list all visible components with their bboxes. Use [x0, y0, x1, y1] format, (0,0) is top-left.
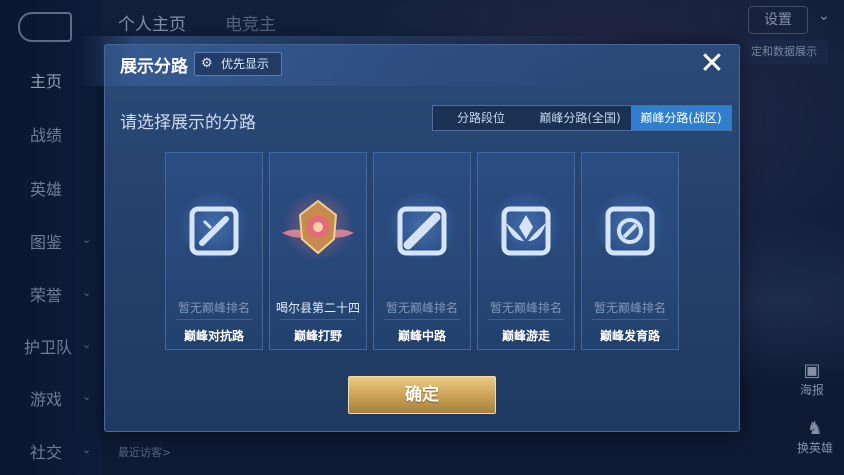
- mid-lane-icon: [397, 206, 447, 256]
- divider: [592, 319, 668, 320]
- divider: [488, 319, 564, 320]
- close-button[interactable]: ✕: [697, 49, 727, 80]
- lane-card-roam[interactable]: 暂无巅峰排名 巅峰游走: [477, 152, 575, 350]
- lane-card-farm[interactable]: 暂无巅峰排名 巅峰发育路: [581, 152, 679, 350]
- priority-display-button[interactable]: ⚙ 优先显示: [194, 52, 282, 76]
- tab-peak-region[interactable]: 巅峰分路(战区): [631, 106, 731, 130]
- divider: [176, 319, 252, 320]
- lane-card-clash[interactable]: 暂无巅峰排名 巅峰对抗路: [165, 152, 263, 350]
- lane-name: 巅峰对抗路: [183, 329, 244, 343]
- dialog-subtitle: 请选择展示的分路: [120, 113, 256, 133]
- roam-icon: [501, 206, 551, 256]
- clash-lane-icon: [189, 206, 239, 256]
- lane-source-tabs: 分路段位 巅峰分路(全国) 巅峰分路(战区): [432, 105, 732, 131]
- lane-card-mid[interactable]: 暂无巅峰排名 巅峰中路: [373, 152, 471, 350]
- lane-rank: 喝尔县第二十四: [275, 301, 360, 315]
- jungle-badge-icon: [282, 199, 354, 255]
- priority-display-label: 优先显示: [221, 57, 270, 71]
- lane-rank: 暂无巅峰排名: [489, 301, 562, 315]
- lane-name: 巅峰发育路: [599, 329, 660, 343]
- lane-card-jungle[interactable]: 喝尔县第二十四 巅峰打野: [269, 152, 367, 350]
- lane-name: 巅峰游走: [501, 329, 550, 343]
- divider: [384, 319, 460, 320]
- farm-lane-icon: [605, 206, 655, 256]
- lane-rank: 暂无巅峰排名: [593, 301, 666, 315]
- lane-rank: 暂无巅峰排名: [177, 301, 250, 315]
- tab-peak-national[interactable]: 巅峰分路(全国): [529, 106, 631, 130]
- confirm-button[interactable]: 确定: [348, 376, 496, 414]
- gear-icon: ⚙: [201, 56, 213, 71]
- lane-rank: 暂无巅峰排名: [385, 301, 458, 315]
- divider: [280, 319, 356, 320]
- tab-lane-rank[interactable]: 分路段位: [433, 106, 529, 130]
- lane-name: 巅峰中路: [397, 329, 446, 343]
- dialog-title: 展示分路: [120, 57, 188, 77]
- lane-name: 巅峰打野: [293, 329, 342, 343]
